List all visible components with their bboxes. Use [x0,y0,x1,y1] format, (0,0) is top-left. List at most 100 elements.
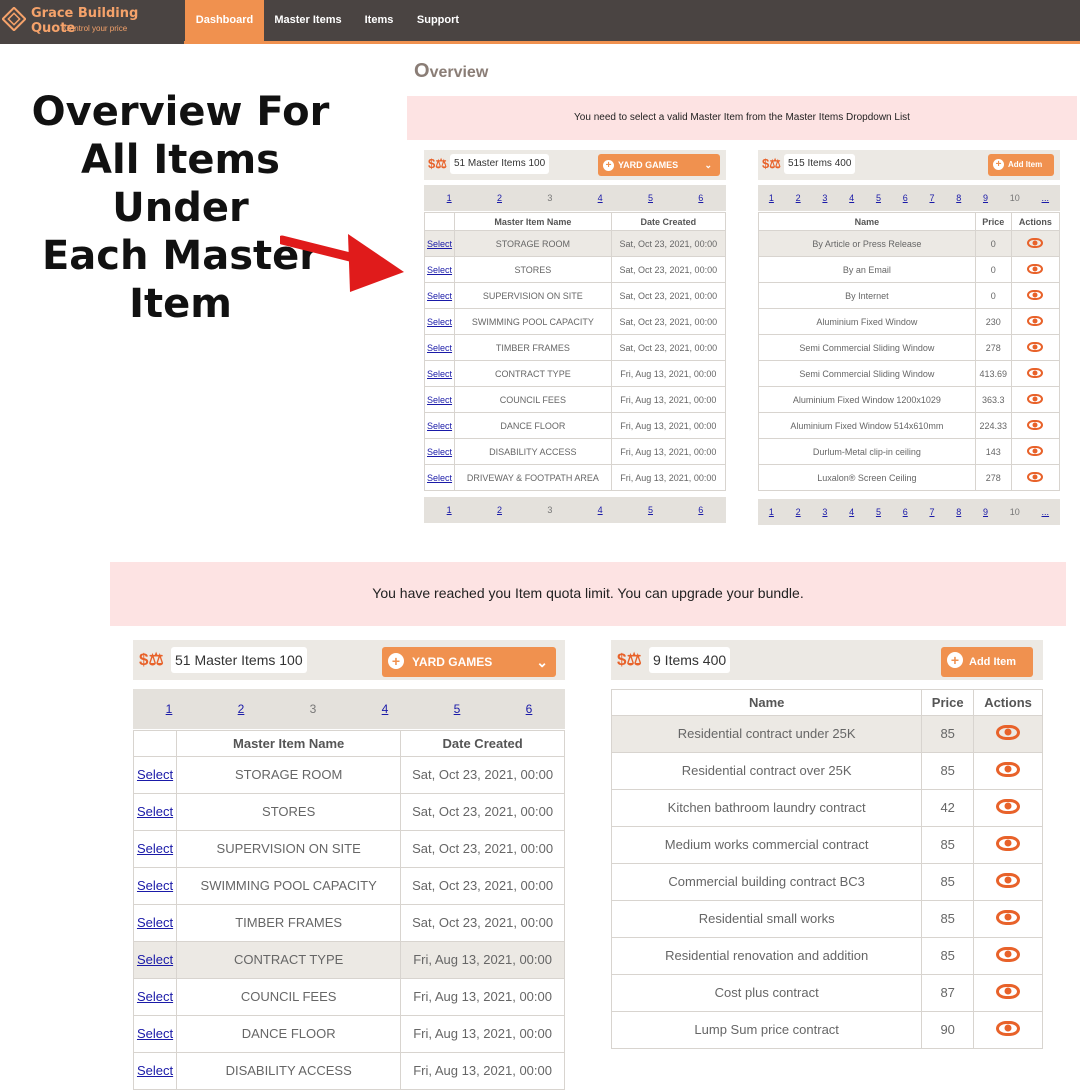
select-link[interactable]: Select [137,989,173,1004]
quota-master-count: 51 Master Items 100 [171,647,307,673]
page-link[interactable]: ... [1042,193,1050,203]
view-eye-icon[interactable] [996,983,1021,999]
page-link[interactable]: 5 [648,193,653,203]
page-link[interactable]: 8 [956,507,961,517]
table-row: Aluminium Fixed Window 1200x1029 363.3 [758,386,1061,414]
view-eye-icon[interactable] [1027,367,1044,378]
page-link[interactable]: 4 [849,193,854,203]
select-link[interactable]: Select [137,878,173,893]
view-eye-icon[interactable] [996,946,1021,962]
select-cell: Select [423,334,456,362]
view-eye-icon[interactable] [996,761,1021,777]
select-link[interactable]: Select [427,343,452,353]
page-link[interactable]: 1 [447,505,452,515]
add-item-button[interactable]: + Add Item [988,154,1054,176]
page-link[interactable]: 1 [447,193,452,203]
add-item-button[interactable]: + Add Item [941,647,1033,677]
page-link[interactable]: 3 [822,507,827,517]
view-eye-icon[interactable] [996,835,1021,851]
master-item-name: DANCE FLOOR [454,412,612,440]
quota-master-dropdown[interactable]: + YARD GAMES ⌄ [382,647,556,677]
table-header-row: Name Price Actions [758,211,1061,232]
nav-support[interactable]: Support [410,0,466,44]
nav-items[interactable]: Items [356,0,402,44]
top-nav: Grace Building Quote Control your price … [0,0,1080,44]
item-price: 224.33 [974,412,1012,440]
select-cell: Select [132,940,178,979]
items-pager-top: 1 2 3 4 5 6 7 8 9 10... [758,185,1060,211]
page-link[interactable]: 8 [956,193,961,203]
nav-dashboard[interactable]: Dashboard [185,0,264,44]
view-eye-icon[interactable] [996,1020,1021,1036]
page-link[interactable]: 9 [983,193,988,203]
select-link[interactable]: Select [137,952,173,967]
select-link[interactable]: Select [427,317,452,327]
page-link[interactable]: 2 [796,507,801,517]
select-link[interactable]: Select [137,804,173,819]
select-link[interactable]: Select [137,767,173,782]
select-link[interactable]: Select [427,369,452,379]
select-cell: Select [423,412,456,440]
view-eye-icon[interactable] [1027,341,1044,352]
page-link[interactable]: 6 [903,193,908,203]
select-link[interactable]: Select [137,841,173,856]
view-eye-icon[interactable] [996,872,1021,888]
select-link[interactable]: Select [137,1063,173,1078]
page-link[interactable]: 5 [876,507,881,517]
select-link[interactable]: Select [427,291,452,301]
page-link[interactable]: 2 [796,193,801,203]
master-dropdown[interactable]: + YARD GAMES ⌄ [598,154,720,176]
logo[interactable]: Grace Building Quote Control your price [0,0,184,44]
page-link[interactable]: 1 [769,507,774,517]
view-eye-icon[interactable] [1027,419,1044,430]
page-link[interactable]: 9 [983,507,988,517]
view-eye-icon[interactable] [1027,393,1044,404]
select-link[interactable]: Select [137,915,173,930]
page-link[interactable]: 7 [929,507,934,517]
page-link[interactable]: 6 [698,193,703,203]
view-eye-icon[interactable] [1027,263,1044,274]
page-link[interactable]: 3 [822,193,827,203]
select-link[interactable]: Select [427,395,452,405]
view-eye-icon[interactable] [1027,471,1044,482]
page-link[interactable]: 2 [497,193,502,203]
page-link[interactable]: 4 [598,193,603,203]
quota-alert: You have reached you Item quota limit. Y… [110,562,1066,626]
view-eye-icon[interactable] [1027,237,1044,248]
page-link[interactable]: 4 [382,702,389,716]
view-eye-icon[interactable] [996,798,1021,814]
page-link[interactable]: 2 [497,505,502,515]
select-link[interactable]: Select [427,239,452,249]
page-link[interactable]: 4 [598,505,603,515]
actions-cell [1010,464,1061,492]
page-link[interactable]: 7 [929,193,934,203]
page-link[interactable]: 2 [238,702,245,716]
page-link[interactable]: 1 [166,702,173,716]
page-link[interactable]: 6 [698,505,703,515]
view-eye-icon[interactable] [996,909,1021,925]
date-created: Sat, Oct 23, 2021, 00:00 [400,829,565,868]
select-link[interactable]: Select [427,421,452,431]
page-link[interactable]: 1 [769,193,774,203]
view-eye-icon[interactable] [1027,445,1044,456]
master-items-table: Master Item Name Date Created Select STORAG… [423,211,727,492]
view-eye-icon[interactable] [1027,289,1044,300]
page-link[interactable]: 6 [903,507,908,517]
nav-master-items[interactable]: Master Items [268,0,348,44]
select-link[interactable]: Select [137,1026,173,1041]
page-link[interactable]: 4 [849,507,854,517]
page-link[interactable]: 6 [526,702,533,716]
plus-icon: + [993,159,1004,170]
select-cell: Select [132,977,178,1016]
page-link[interactable]: ... [1042,507,1050,517]
select-link[interactable]: Select [427,473,452,483]
date-created: Fri, Aug 13, 2021, 00:00 [610,412,727,440]
select-link[interactable]: Select [427,447,452,457]
view-eye-icon[interactable] [996,724,1021,740]
page-link[interactable]: 5 [876,193,881,203]
page-link[interactable]: 5 [648,505,653,515]
page-link[interactable]: 5 [454,702,461,716]
logo-diamond-icon [2,7,26,31]
view-eye-icon[interactable] [1027,315,1044,326]
select-link[interactable]: Select [427,265,452,275]
